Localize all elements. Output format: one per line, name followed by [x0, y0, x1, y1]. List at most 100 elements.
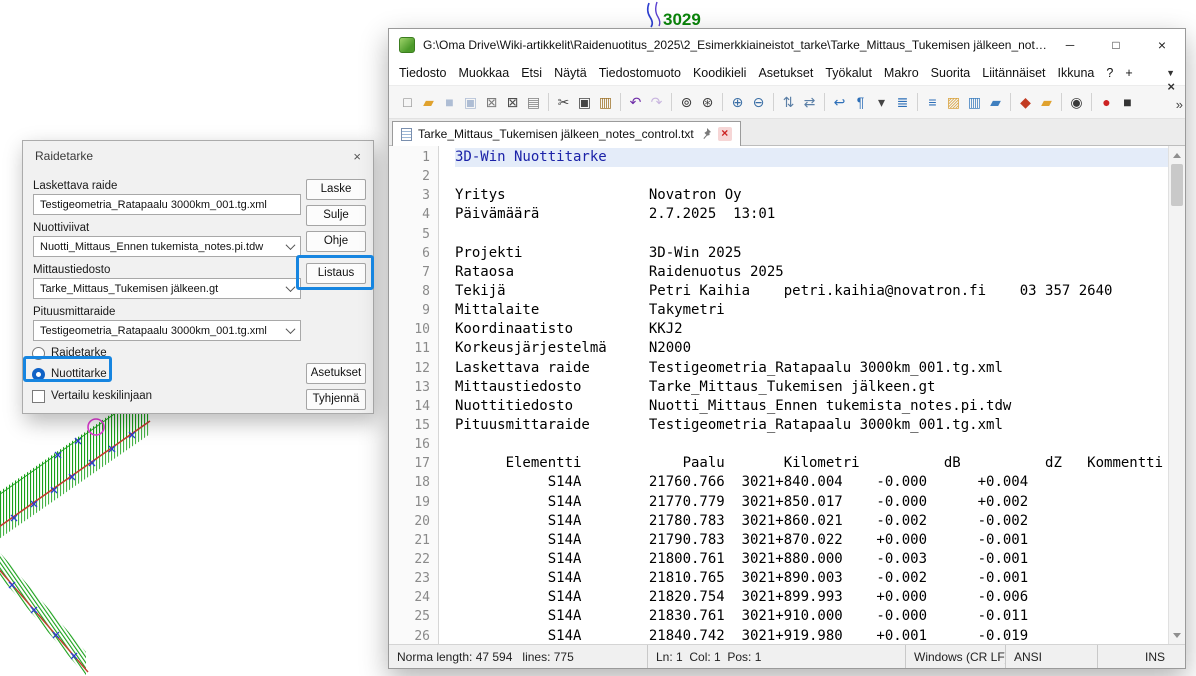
sync-vertical-scroll-icon[interactable]: ⇅ [778, 90, 799, 114]
code-line[interactable]: Mittalaite Takymetri [455, 301, 1168, 320]
menu-item-etsi[interactable]: Etsi [515, 63, 548, 83]
dropdown-chevron-icon[interactable] [286, 324, 296, 334]
code-line[interactable]: S14A 21800.761 3021+880.000 -0.003 -0.00… [455, 550, 1168, 569]
stop-macro-icon[interactable]: ■ [1117, 90, 1138, 114]
menu-item-suorita[interactable]: Suorita [925, 63, 977, 83]
menu-item-item[interactable]: ? [1100, 63, 1119, 83]
code-line[interactable]: Tekijä Petri Kaihia petri.kaihia@novatro… [455, 282, 1168, 301]
document-list-icon[interactable]: ▥ [964, 90, 985, 114]
menu-item-tiedostomuoto[interactable]: Tiedostomuoto [593, 63, 687, 83]
dialog-titlebar[interactable]: Raidetarke × [23, 141, 373, 171]
tab-close-icon[interactable]: × [718, 127, 732, 141]
save-all-icon[interactable]: ▣ [460, 90, 481, 114]
toolbar-overflow-chevron-icon[interactable]: » [1176, 97, 1183, 112]
undo-icon[interactable]: ↶ [625, 90, 646, 114]
zoom-out-icon[interactable]: ⊖ [748, 90, 769, 114]
menu-item-item[interactable]: + [1119, 63, 1138, 83]
menu-item-muokkaa[interactable]: Muokkaa [452, 63, 515, 83]
code-line[interactable]: S14A 21770.779 3021+850.017 -0.000 +0.00… [455, 493, 1168, 512]
code-line[interactable]: S14A 21840.742 3021+919.980 +0.001 -0.01… [455, 627, 1168, 644]
redo-icon[interactable]: ↷ [646, 90, 667, 114]
menu-item-nayta[interactable]: Näytä [548, 63, 593, 83]
code-line[interactable]: S14A 21810.765 3021+890.003 -0.002 -0.00… [455, 569, 1168, 588]
combo-nuottiviivat[interactable]: Nuotti_Mittaus_Ennen tukemista_notes.pi.… [33, 236, 301, 257]
print-icon[interactable]: ▤ [523, 90, 544, 114]
ohje-button[interactable]: Ohje [306, 231, 366, 252]
asetukset-button[interactable]: Asetukset [306, 363, 366, 384]
close-button[interactable]: × [1139, 29, 1185, 61]
minimize-button[interactable]: ─ [1047, 29, 1093, 61]
vertical-scrollbar[interactable] [1168, 146, 1185, 644]
copy-icon[interactable]: ▣ [574, 90, 595, 114]
menu-item-asetukset[interactable]: Asetukset [752, 63, 819, 83]
code-line[interactable]: S14A 21780.783 3021+860.021 -0.002 -0.00… [455, 512, 1168, 531]
code-line[interactable]: Rataosa Raidenuotus 2025 [455, 263, 1168, 282]
combo-mittaustiedosto[interactable]: Tarke_Mittaus_Tukemisen jälkeen.gt [33, 278, 301, 299]
document-map-icon[interactable]: ▨ [943, 90, 964, 114]
code-line[interactable]: S14A 21830.761 3021+910.000 -0.000 -0.01… [455, 607, 1168, 626]
code-line[interactable]: 3D-Win Nuottitarke [455, 148, 1168, 167]
function-list-icon[interactable]: ≡ [922, 90, 943, 114]
plugin-pdf-export-icon[interactable]: ◆ [1015, 90, 1036, 114]
show-all-characters-dropdown-icon[interactable]: ▾ [871, 90, 892, 114]
scroll-up-icon[interactable] [1169, 148, 1185, 162]
menu-item-koodikieli[interactable]: Koodikieli [687, 63, 753, 83]
checkbox-box[interactable] [32, 390, 45, 403]
code-line[interactable]: Korkeusjärjestelmä N2000 [455, 339, 1168, 358]
open-folder-icon[interactable]: ▰ [418, 90, 439, 114]
code-line[interactable]: S14A 21760.766 3021+840.004 -0.000 +0.00… [455, 473, 1168, 492]
code-line[interactable]: Projekti 3D-Win 2025 [455, 244, 1168, 263]
input-laskettava-raide[interactable]: Testigeometria_Ratapaalu 3000km_001.tg.x… [33, 194, 301, 215]
code-line[interactable]: S14A 21790.783 3021+870.022 +0.000 -0.00… [455, 531, 1168, 550]
pin-icon[interactable] [700, 128, 712, 140]
sync-horizontal-scroll-icon[interactable]: ⇄ [799, 90, 820, 114]
status-eol-format[interactable]: Windows (CR LF) [905, 645, 1005, 668]
plugin-explorer-folder-icon[interactable]: ▰ [1036, 90, 1057, 114]
dialog-close-icon[interactable]: × [353, 149, 361, 164]
code-line[interactable]: Laskettava raide Testigeometria_Ratapaal… [455, 359, 1168, 378]
code-line[interactable]: Nuottitiedosto Nuotti_Mittaus_Ennen tuke… [455, 397, 1168, 416]
record-macro-icon[interactable]: ● [1096, 90, 1117, 114]
zoom-in-icon[interactable]: ⊕ [727, 90, 748, 114]
document-monitoring-eye-icon[interactable]: ◉ [1066, 90, 1087, 114]
menu-item-tyokalut[interactable]: Työkalut [819, 63, 878, 83]
menu-item-liitannaiset[interactable]: Liitännäiset [976, 63, 1051, 83]
status-insert-mode[interactable]: INS [1097, 645, 1185, 668]
save-icon[interactable]: ■ [439, 90, 460, 114]
maximize-button[interactable]: □ [1093, 29, 1139, 61]
menu-item-ikkuna[interactable]: Ikkuna [1052, 63, 1101, 83]
checkbox-vertailu-keskilinjaan[interactable]: Vertailu keskilinjaan [32, 388, 152, 404]
code-line[interactable]: Mittaustiedosto Tarke_Mittaus_Tukemisen … [455, 378, 1168, 397]
code-line[interactable] [455, 435, 1168, 454]
laske-button[interactable]: Laske [306, 179, 366, 200]
find-icon[interactable]: ⊚ [676, 90, 697, 114]
play-macro-icon[interactable]: ▶ [1138, 90, 1141, 114]
replace-icon[interactable]: ⊛ [697, 90, 718, 114]
code-line[interactable]: Pituusmittaraide Testigeometria_Ratapaal… [455, 416, 1168, 435]
code-area[interactable]: 3D-Win NuottitarkeYritys Novatron OyPäiv… [455, 146, 1168, 644]
show-all-characters-icon[interactable]: ¶ [850, 90, 871, 114]
word-wrap-icon[interactable]: ↩ [829, 90, 850, 114]
sulje-button[interactable]: Sulje [306, 205, 366, 226]
toolbar-close-icon[interactable]: × [1167, 79, 1175, 94]
close-file-icon[interactable]: ⊠ [481, 90, 502, 114]
code-line[interactable]: Koordinaatisto KKJ2 [455, 320, 1168, 339]
menu-item-makro[interactable]: Makro [878, 63, 925, 83]
code-line[interactable]: Yritys Novatron Oy [455, 186, 1168, 205]
indent-guide-icon[interactable]: ≣ [892, 90, 913, 114]
scroll-down-icon[interactable] [1169, 628, 1185, 642]
code-line[interactable] [455, 167, 1168, 186]
status-encoding[interactable]: ANSI [1005, 645, 1097, 668]
code-line[interactable] [455, 225, 1168, 244]
dropdown-chevron-icon[interactable] [286, 282, 296, 292]
close-all-files-icon[interactable]: ⊠ [502, 90, 523, 114]
window-titlebar[interactable]: G:\Oma Drive\Wiki-artikkelit\Raidenuotit… [389, 29, 1185, 61]
paste-icon[interactable]: ▥ [595, 90, 616, 114]
scrollbar-thumb[interactable] [1171, 164, 1183, 206]
cut-icon[interactable]: ✂ [553, 90, 574, 114]
dropdown-chevron-icon[interactable] [286, 240, 296, 250]
combo-pituusmittaraide[interactable]: Testigeometria_Ratapaalu 3000km_001.tg.x… [33, 320, 301, 341]
tab-tarke-mittaus-control[interactable]: Tarke_Mittaus_Tukemisen jälkeen_notes_co… [392, 121, 741, 146]
new-file-icon[interactable]: □ [397, 90, 418, 114]
code-line[interactable]: S14A 21820.754 3021+899.993 +0.000 -0.00… [455, 588, 1168, 607]
